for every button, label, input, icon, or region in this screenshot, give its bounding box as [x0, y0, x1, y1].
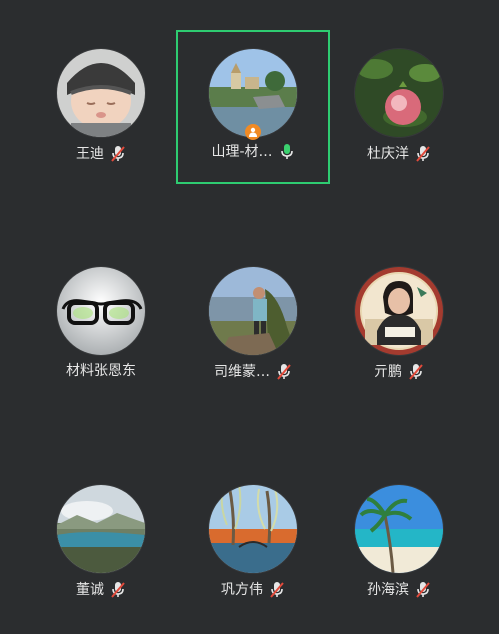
participant-tile-2[interactable]: 山理-材…	[176, 30, 330, 184]
participant-tile-1[interactable]: 王迪	[26, 32, 176, 182]
participant-tile-5[interactable]: 司维蒙…	[178, 250, 328, 400]
participant-grid: 王迪 山理-材… 杜庆洋 材料张恩东 司维蒙… 亓鹏 董诚 巩方伟 孙海滨	[0, 0, 499, 634]
participant-name: 孙海滨	[367, 582, 409, 598]
participant-tile-6[interactable]: 亓鹏	[324, 250, 474, 400]
microphone-muted-icon	[276, 363, 292, 381]
avatar	[57, 267, 145, 355]
participant-tile-9[interactable]: 孙海滨	[324, 468, 474, 618]
avatar	[209, 485, 297, 573]
microphone-muted-icon	[110, 581, 126, 599]
participant-name: 司维蒙…	[214, 364, 270, 380]
participant-name: 亓鹏	[374, 364, 402, 380]
avatar	[355, 485, 443, 573]
avatar	[355, 267, 443, 355]
avatar	[355, 49, 443, 137]
participant-tile-3[interactable]: 杜庆洋	[324, 32, 474, 182]
host-person-icon	[245, 124, 261, 140]
participant-name: 杜庆洋	[367, 146, 409, 162]
avatar	[57, 485, 145, 573]
participant-name: 巩方伟	[221, 582, 263, 598]
avatar	[57, 49, 145, 137]
microphone-muted-icon	[110, 145, 126, 163]
participant-name: 山理-材…	[211, 144, 273, 160]
participant-tile-7[interactable]: 董诚	[26, 468, 176, 618]
participant-name: 材料张恩东	[66, 363, 136, 379]
avatar	[209, 267, 297, 355]
microphone-muted-icon	[415, 145, 431, 163]
microphone-muted-icon	[415, 581, 431, 599]
participant-name: 王迪	[76, 146, 104, 162]
participant-tile-4[interactable]: 材料张恩东	[26, 250, 176, 400]
microphone-muted-icon	[269, 581, 285, 599]
participant-tile-8[interactable]: 巩方伟	[178, 468, 328, 618]
microphone-icon	[279, 143, 295, 161]
microphone-muted-icon	[408, 363, 424, 381]
participant-name: 董诚	[76, 582, 104, 598]
